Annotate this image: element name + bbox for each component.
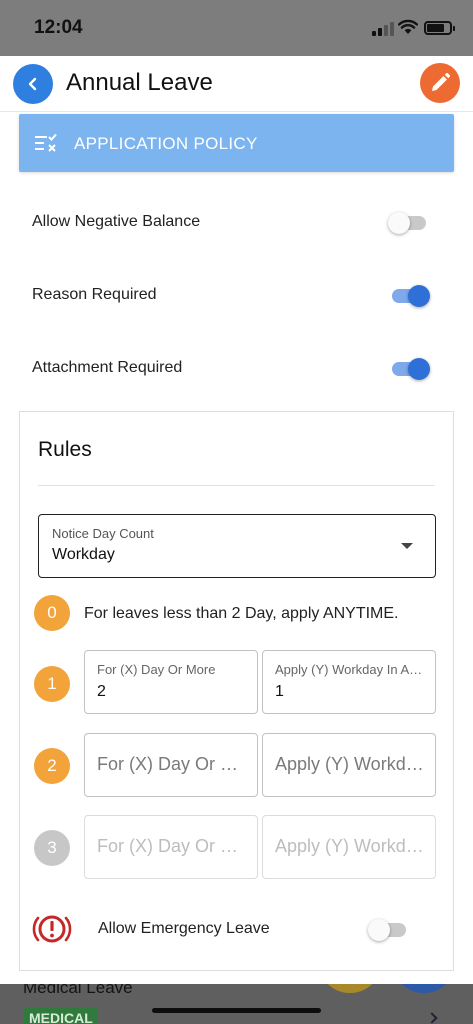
- application-policy-title: APPLICATION POLICY: [74, 134, 258, 153]
- cellular-signal-icon: [372, 22, 394, 36]
- checklist-icon: [35, 133, 57, 152]
- setting-reason-required: Reason Required: [32, 281, 432, 311]
- wifi-icon: [398, 19, 418, 34]
- field-label: For (X) Day Or More: [97, 662, 216, 677]
- dropdown-arrow-icon: [401, 543, 413, 549]
- rule1-advance-days-field[interactable]: Apply (Y) Workday In Advance 1: [262, 650, 436, 714]
- edit-button[interactable]: [420, 63, 460, 103]
- page-title: Annual Leave: [66, 69, 213, 96]
- status-bar: 12:04: [0, 0, 473, 56]
- rules-title: Rules: [38, 438, 92, 461]
- rule-step-badge: 2: [34, 748, 70, 784]
- field-placeholder: For (X) Day Or More: [97, 836, 249, 856]
- rule2-min-days-field[interactable]: For (X) Day Or More: [84, 733, 258, 797]
- field-label: Apply (Y) Workday In Advance: [275, 662, 427, 677]
- leave-type-tag: MEDICAL: [24, 1008, 98, 1024]
- background-action-button: [318, 984, 382, 993]
- rule2-advance-days-field[interactable]: Apply (Y) Workday In Advance: [262, 733, 436, 797]
- chevron-right-icon: [426, 1012, 438, 1024]
- setting-label: Attachment Required: [32, 359, 183, 376]
- setting-label: Reason Required: [32, 286, 157, 303]
- rule3-advance-days-field[interactable]: Apply (Y) Workday In Advance: [262, 815, 436, 879]
- leave-type-title: Medical Leave: [23, 984, 133, 997]
- battery-icon: [424, 21, 455, 35]
- allow-emergency-leave-toggle[interactable]: [368, 915, 408, 945]
- rules-divider: [38, 485, 435, 486]
- application-policy-section-header[interactable]: APPLICATION POLICY: [19, 114, 454, 172]
- alert-circle-icon: [32, 915, 72, 943]
- rule-step-badge: 0: [34, 595, 70, 631]
- allow-negative-balance-toggle[interactable]: [388, 208, 428, 238]
- home-indicator[interactable]: [152, 1008, 321, 1013]
- select-value: Workday: [52, 546, 115, 563]
- rule1-min-days-field[interactable]: For (X) Day Or More 2: [84, 650, 258, 714]
- chevron-left-icon: [28, 77, 37, 91]
- app-header: Annual Leave: [0, 56, 473, 112]
- select-label: Notice Day Count: [52, 526, 154, 541]
- leave-detail-sheet: Annual Leave APPLICATION POLICY Allow Ne…: [0, 56, 473, 984]
- setting-label: Allow Negative Balance: [32, 213, 201, 230]
- notice-day-count-select[interactable]: Notice Day Count Workday: [38, 514, 436, 578]
- field-value: 1: [275, 683, 284, 700]
- rule-step-badge: 1: [34, 666, 70, 702]
- field-value: 2: [97, 683, 106, 700]
- field-placeholder: Apply (Y) Workday In Advance: [275, 754, 427, 774]
- rule-step-badge: 3: [34, 830, 70, 866]
- back-button[interactable]: [13, 64, 53, 104]
- attachment-required-toggle[interactable]: [390, 354, 430, 384]
- pencil-icon: [432, 72, 451, 91]
- reason-required-toggle[interactable]: [390, 281, 430, 311]
- field-placeholder: For (X) Day Or More: [97, 754, 249, 774]
- rules-card: Rules Notice Day Count Workday 0 For lea…: [19, 411, 454, 971]
- field-placeholder: Apply (Y) Workday In Advance: [275, 836, 427, 856]
- status-time: 12:04: [34, 17, 83, 38]
- allow-emergency-leave-label: Allow Emergency Leave: [98, 920, 270, 937]
- setting-attachment-required: Attachment Required: [32, 354, 432, 384]
- rule3-min-days-field[interactable]: For (X) Day Or More: [84, 815, 258, 879]
- setting-allow-negative-balance: Allow Negative Balance: [32, 208, 432, 238]
- rule-anytime-text: For leaves less than 2 Day, apply ANYTIM…: [84, 605, 399, 622]
- background-leave-list: Medical Leave MEDICAL: [0, 984, 473, 1024]
- background-action-button: [392, 984, 456, 993]
